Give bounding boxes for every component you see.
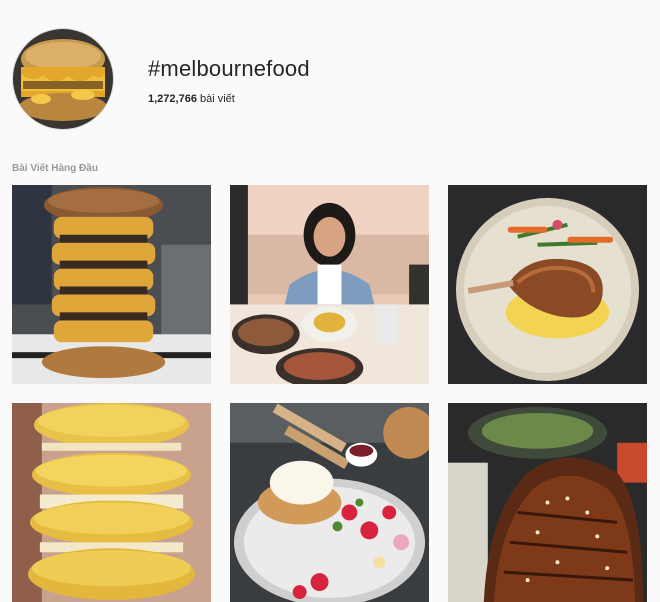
pancake-dessert-image <box>230 403 429 602</box>
hashtag-title: #melbournefood <box>148 56 310 81</box>
post-tile-ribs[interactable] <box>448 403 647 602</box>
duck-plate-image <box>448 185 647 384</box>
top-posts-label: Bài Viết Hàng Đầu <box>12 163 98 174</box>
post-tile-macaron[interactable] <box>12 403 211 602</box>
post-count-number: 1,272,766 <box>148 93 197 105</box>
hashtag-header: #melbournefood 1,272,766 bài viết <box>0 0 660 150</box>
post-count-unit: bài viết <box>200 93 235 105</box>
macaron-burger-image <box>12 403 211 602</box>
post-tile-pancakes[interactable] <box>230 403 429 602</box>
post-tile-duck[interactable] <box>448 185 647 384</box>
post-tile-burger[interactable] <box>12 185 211 384</box>
woman-brunch-image <box>230 185 429 384</box>
burger-avatar-image <box>13 29 113 129</box>
glazed-ribs-image <box>448 403 647 602</box>
stacked-burger-image <box>12 185 211 384</box>
hashtag-avatar[interactable] <box>12 28 114 130</box>
post-tile-brunch[interactable] <box>230 185 429 384</box>
post-count: 1,272,766 bài viết <box>148 93 235 105</box>
